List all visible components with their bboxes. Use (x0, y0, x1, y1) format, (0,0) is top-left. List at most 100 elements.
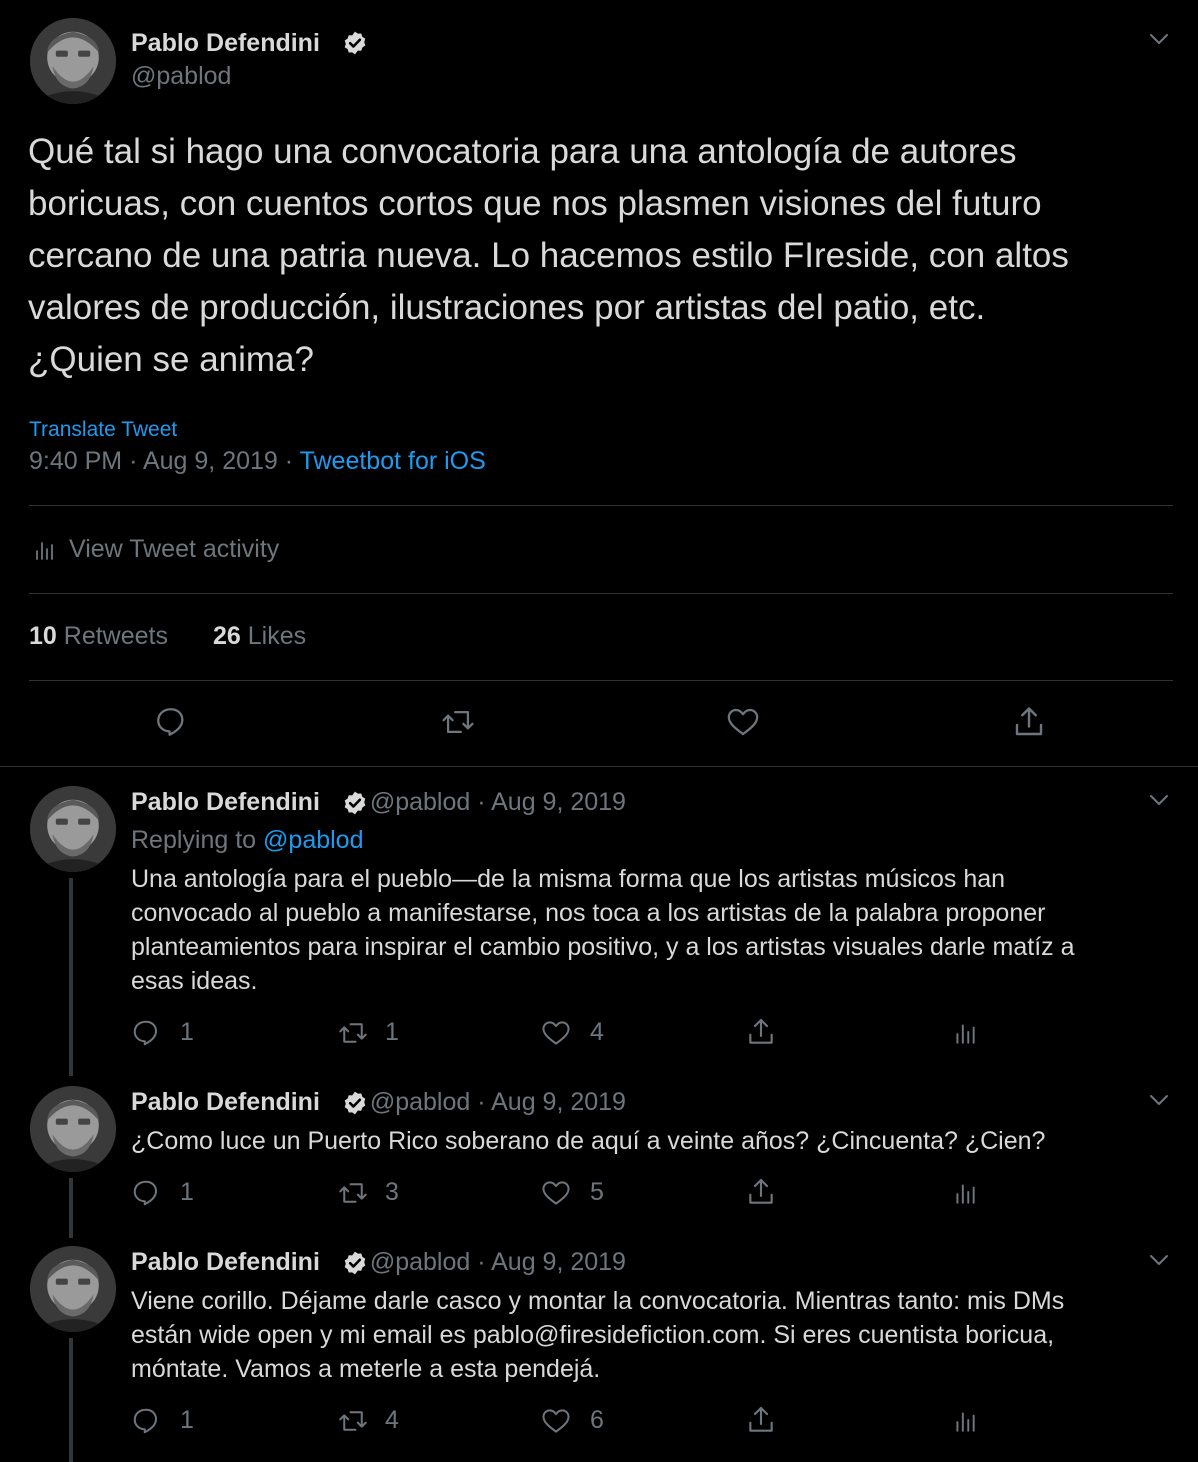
thread-line (69, 1338, 73, 1462)
retweets-label: Retweets (63, 622, 168, 650)
retweet-icon[interactable] (440, 705, 476, 739)
avatar-image (30, 18, 116, 104)
heart-icon[interactable] (540, 1018, 572, 1048)
avatar[interactable] (30, 18, 116, 104)
reply-icon[interactable] (131, 1406, 161, 1436)
reply-count: 1 (180, 1406, 194, 1434)
reply-text: Una antología para el pueblo—de la misma… (131, 862, 1171, 998)
thread-line (69, 878, 73, 1076)
share-icon[interactable] (1011, 704, 1047, 740)
likes-stat[interactable]: 26 Likes (213, 622, 306, 651)
tweet-text-line: valores de producción, ilustraciones por… (28, 288, 986, 327)
share-icon[interactable] (745, 1176, 777, 1208)
reply-text-line: esas ideas. (131, 967, 258, 995)
translate-tweet-link[interactable]: Translate Tweet (29, 418, 177, 442)
tweet-text-line: cercano de una patria nueva. Lo hacemos … (28, 236, 1069, 275)
author-name[interactable]: Pablo Defendini (131, 1248, 320, 1276)
view-tweet-activity-label: View Tweet activity (69, 535, 280, 563)
retweets-stat[interactable]: 10 Retweets (29, 622, 168, 651)
retweet-icon[interactable] (337, 1018, 369, 1048)
replying-to: Replying to @pablod (131, 826, 363, 855)
reply-text: Viene corillo. Déjame darle casco y mont… (131, 1284, 1171, 1386)
separator-dot: · (284, 447, 294, 475)
tweet-text: Qué tal si hago una convocatoria para un… (28, 126, 1188, 386)
chevron-down-icon[interactable] (1147, 1248, 1171, 1272)
analytics-icon[interactable] (952, 1018, 978, 1048)
analytics-icon[interactable] (952, 1406, 978, 1436)
separator-dot: · (477, 1248, 486, 1276)
heart-icon[interactable] (540, 1406, 572, 1436)
tweet-text-line: Qué tal si hago una convocatoria para un… (28, 132, 1017, 171)
analytics-icon[interactable] (952, 1178, 978, 1208)
tweet-time[interactable]: 9:40 PM (29, 447, 122, 475)
retweet-count: 1 (385, 1018, 399, 1046)
reply-header: Pablo Defendini @pablod · Aug 9, 2019 (131, 1088, 626, 1117)
retweet-count: 3 (385, 1178, 399, 1206)
reply-text-line: Una antología para el pueblo—de la misma… (131, 865, 1006, 893)
tweet-text-line: ¿Quien se anima? (28, 340, 314, 379)
share-icon[interactable] (745, 1404, 777, 1436)
author-handle[interactable]: @pablod (370, 1248, 470, 1276)
verified-badge-icon (342, 1250, 368, 1276)
avatar-image (30, 786, 116, 872)
tweet-date[interactable]: Aug 9, 2019 (491, 1088, 626, 1116)
reply-text-line: Viene corillo. Déjame darle casco y mont… (131, 1287, 1065, 1315)
retweet-icon[interactable] (337, 1406, 369, 1436)
avatar-image (30, 1246, 116, 1332)
tweet-text-line: boricuas, con cuentos cortos que nos pla… (28, 184, 1042, 223)
divider (29, 680, 1173, 681)
chevron-down-icon[interactable] (1147, 1088, 1171, 1112)
avatar[interactable] (30, 1246, 116, 1332)
retweet-count: 4 (385, 1406, 399, 1434)
reply-icon[interactable] (131, 1178, 161, 1208)
reply-icon[interactable] (131, 1018, 161, 1048)
tweet-timestamp-row: 9:40 PM · Aug 9, 2019 · Tweetbot for iOS (29, 447, 486, 476)
author-handle[interactable]: @pablod (131, 62, 231, 91)
author-handle[interactable]: @pablod (370, 788, 470, 816)
reply-count: 1 (180, 1018, 194, 1046)
heart-icon[interactable] (725, 705, 761, 739)
author-name[interactable]: Pablo Defendini (131, 29, 320, 58)
heart-icon[interactable] (540, 1178, 572, 1208)
author-name[interactable]: Pablo Defendini (131, 1088, 320, 1116)
analytics-icon (32, 537, 56, 563)
retweets-count: 10 (29, 622, 57, 650)
likes-label: Likes (247, 622, 307, 650)
avatar[interactable] (30, 786, 116, 872)
tweet-date[interactable]: Aug 9, 2019 (491, 1248, 626, 1276)
reply-text-line: móntate. Vamos a meterle a esta pendejá. (131, 1355, 601, 1383)
author-name[interactable]: Pablo Defendini (131, 788, 320, 816)
chevron-down-icon[interactable] (1147, 27, 1171, 51)
divider (29, 505, 1173, 506)
avatar[interactable] (30, 1086, 116, 1172)
thread-line (69, 1178, 73, 1238)
verified-badge-icon (342, 790, 368, 816)
replying-to-handle[interactable]: @pablod (263, 826, 363, 854)
reply-text-line: ¿Como luce un Puerto Rico soberano de aq… (131, 1127, 1046, 1155)
separator-dot: · (477, 1088, 486, 1116)
tweet-date[interactable]: Aug 9, 2019 (491, 788, 626, 816)
reply-text-line: planteamientos para inspirar el cambio p… (131, 933, 1075, 961)
tweet-date[interactable]: Aug 9, 2019 (143, 447, 278, 475)
share-icon[interactable] (745, 1016, 777, 1048)
reply-text-line: convocado al pueblo a manifestarse, nos … (131, 899, 1046, 927)
avatar-image (30, 1086, 116, 1172)
verified-badge-icon (342, 30, 368, 56)
reply-text: ¿Como luce un Puerto Rico soberano de aq… (131, 1124, 1171, 1158)
section-divider (0, 766, 1198, 767)
replying-to-label: Replying to (131, 826, 257, 854)
chevron-down-icon[interactable] (1147, 788, 1171, 812)
reply-text-line: están wide open y mi email es pablo@fire… (131, 1321, 1055, 1349)
like-count: 4 (590, 1018, 604, 1046)
reply-icon[interactable] (154, 705, 188, 739)
likes-count: 26 (213, 622, 241, 650)
divider (29, 593, 1173, 594)
author-handle[interactable]: @pablod (370, 1088, 470, 1116)
verified-badge-icon (342, 1090, 368, 1116)
like-count: 5 (590, 1178, 604, 1206)
reply-header: Pablo Defendini @pablod · Aug 9, 2019 (131, 788, 626, 817)
tweet-client-link[interactable]: Tweetbot for iOS (300, 447, 486, 475)
reply-header: Pablo Defendini @pablod · Aug 9, 2019 (131, 1248, 626, 1277)
separator-dot: · (129, 447, 138, 475)
retweet-icon[interactable] (337, 1178, 369, 1208)
